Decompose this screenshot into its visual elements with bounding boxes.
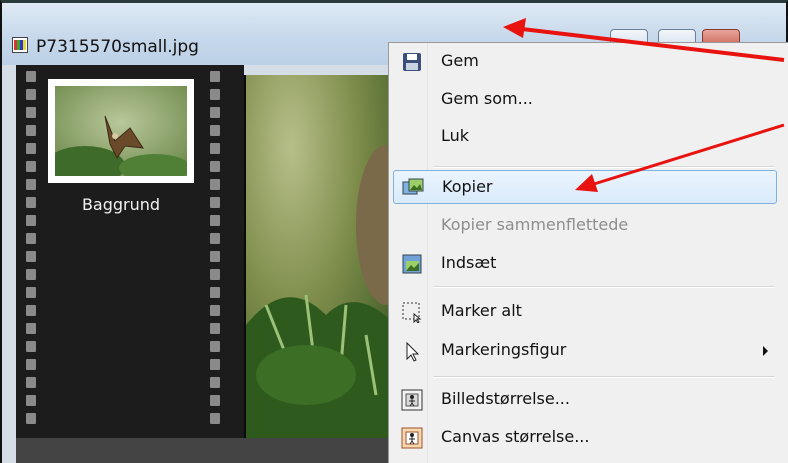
film-hole [210, 125, 220, 136]
copy-image-icon [402, 177, 424, 199]
film-hole [210, 179, 220, 190]
menu-item-label: Markeringsfigur [441, 340, 567, 359]
film-hole [210, 161, 220, 172]
film-hole [210, 143, 220, 154]
film-hole [210, 377, 220, 388]
film-hole [26, 215, 36, 226]
film-hole [210, 359, 220, 370]
menu-item-label: Gem som... [441, 89, 533, 108]
menu-item-luk[interactable]: Luk [393, 120, 777, 154]
film-hole [26, 251, 36, 262]
film-hole [210, 323, 220, 334]
filmstrip-bottom [16, 438, 396, 463]
menu-item-label: Gem [441, 51, 479, 70]
save-disk-icon [401, 51, 423, 73]
canvas-film-edge [230, 65, 244, 438]
menu-item-marker-alt[interactable]: Marker alt [393, 295, 777, 329]
menu-separator [433, 166, 775, 168]
film-hole [26, 287, 36, 298]
film-hole [26, 197, 36, 208]
film-hole [210, 395, 220, 406]
film-hole [210, 89, 220, 100]
menu-item-canvas-storrelse[interactable]: Canvas størrelse... [393, 421, 777, 455]
context-menu: Gem Gem som... Luk Kopier Kopier sammenf… [388, 42, 788, 463]
submenu-arrow-icon [763, 346, 768, 356]
film-hole [26, 413, 36, 424]
image-canvas[interactable] [244, 75, 396, 438]
film-hole [26, 161, 36, 172]
film-hole [210, 413, 220, 424]
film-hole [210, 71, 220, 82]
film-hole [26, 143, 36, 154]
film-hole [26, 125, 36, 136]
select-all-icon [401, 301, 423, 324]
paste-image-icon [401, 253, 423, 275]
film-hole [26, 323, 36, 334]
window-title: P7315570small.jpg [36, 37, 199, 57]
film-hole [26, 341, 36, 352]
menu-item-indsaet[interactable]: Indsæt [393, 247, 777, 281]
film-hole [26, 395, 36, 406]
layer-thumbnail[interactable] [48, 79, 194, 183]
menu-item-label: Canvas størrelse... [441, 427, 590, 446]
image-size-icon [401, 389, 423, 411]
film-hole [26, 89, 36, 100]
menu-item-label: Billedstørrelse... [441, 389, 570, 408]
film-hole [26, 377, 36, 388]
film-hole [210, 251, 220, 262]
film-hole [26, 107, 36, 118]
film-hole [26, 305, 36, 316]
film-hole [210, 197, 220, 208]
image-file-icon [12, 37, 28, 53]
film-hole [210, 107, 220, 118]
film-perforations-right [210, 71, 220, 431]
film-hole [210, 233, 220, 244]
film-hole [26, 233, 36, 244]
menu-item-gem[interactable]: Gem [393, 45, 777, 79]
menu-item-label: Luk [441, 126, 470, 145]
menu-item-label: Marker alt [441, 301, 522, 320]
film-hole [210, 269, 220, 280]
menu-item-kopier-sammenflettede[interactable]: Kopier sammenflettede [393, 209, 777, 243]
menu-item-kopier[interactable]: Kopier [393, 170, 777, 204]
film-perforations-left [26, 71, 36, 431]
menu-item-label: Kopier [442, 177, 493, 196]
film-hole [26, 269, 36, 280]
menu-separator [433, 376, 775, 378]
film-hole [210, 287, 220, 298]
menu-item-markeringsfigur[interactable]: Markeringsfigur [393, 334, 777, 368]
film-hole [210, 341, 220, 352]
film-hole [210, 215, 220, 226]
menu-item-label: Indsæt [441, 253, 497, 272]
layer-label: Baggrund [81, 195, 161, 214]
film-hole [210, 305, 220, 316]
film-hole [26, 179, 36, 190]
cursor-arrow-icon [401, 340, 423, 362]
film-hole [26, 359, 36, 370]
menu-item-label: Kopier sammenflettede [441, 215, 629, 234]
menu-separator [433, 286, 775, 288]
film-hole [26, 71, 36, 82]
canvas-size-icon [401, 427, 423, 449]
menu-item-gem-som[interactable]: Gem som... [393, 83, 777, 117]
menu-item-billedstorrelse[interactable]: Billedstørrelse... [393, 383, 777, 417]
